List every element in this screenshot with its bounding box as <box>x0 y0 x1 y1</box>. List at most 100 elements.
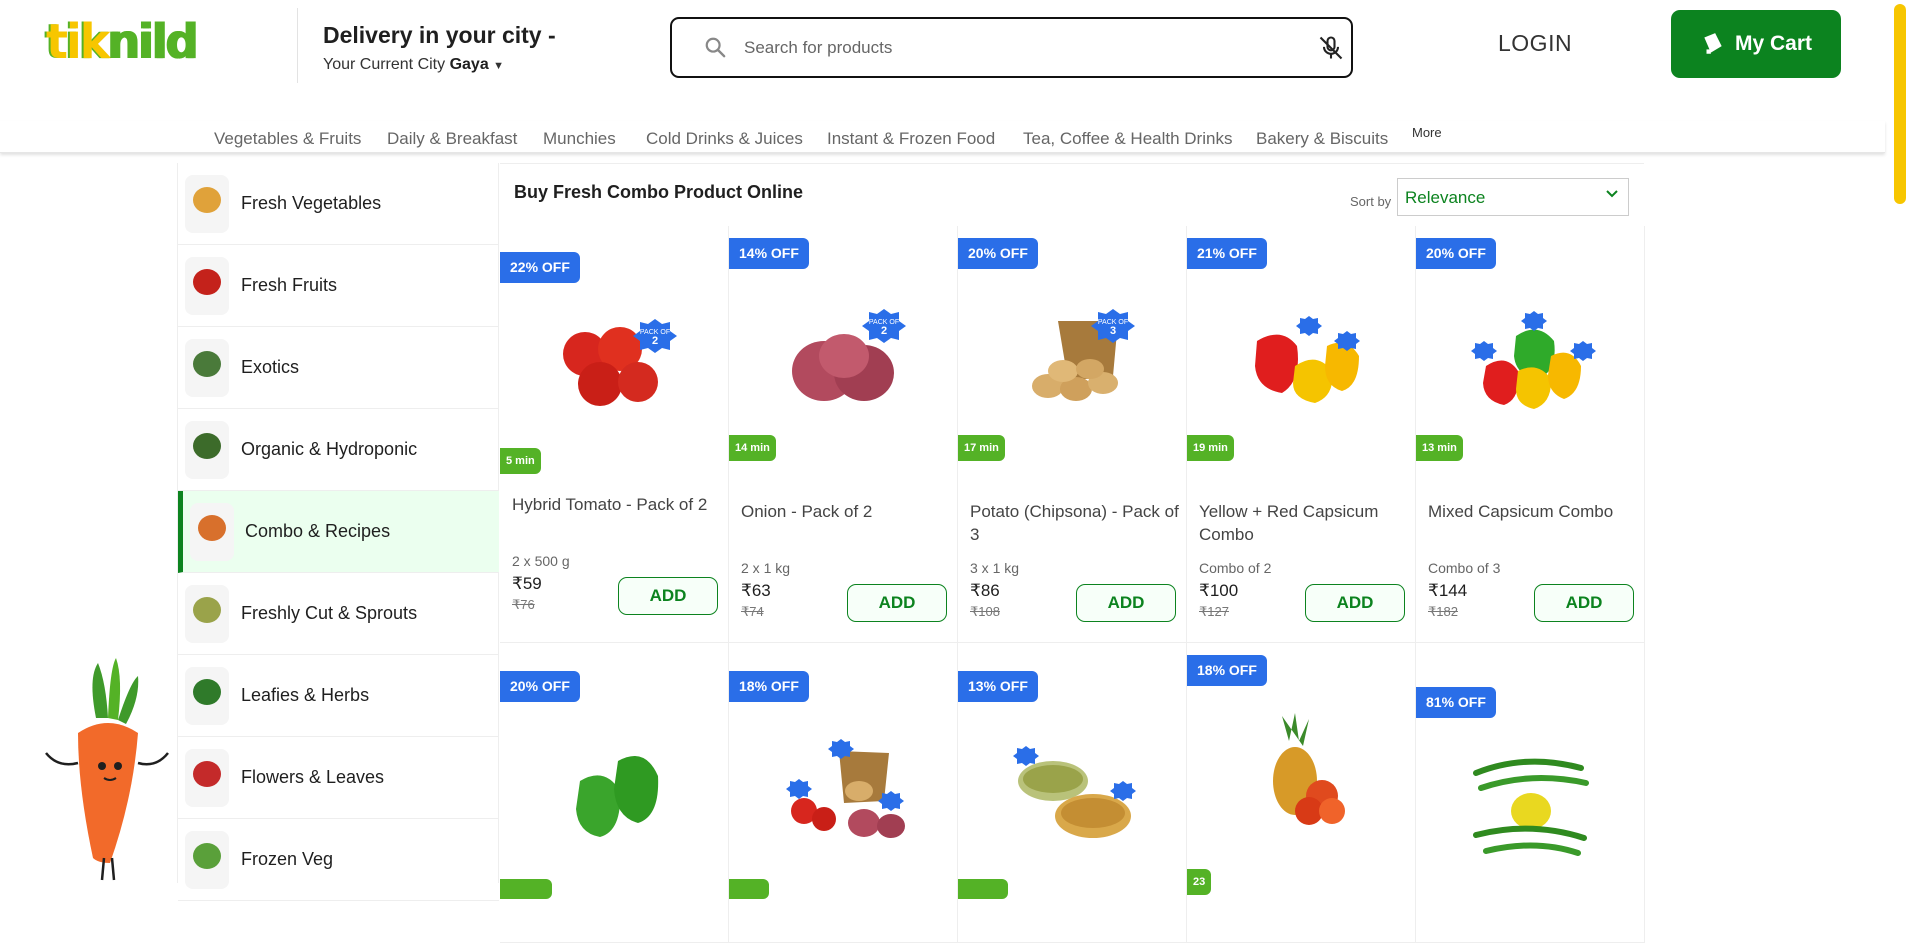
herbs-icon <box>185 667 229 725</box>
sidebar-item-flowers[interactable]: Flowers & Leaves <box>178 737 499 819</box>
discount-badge: 18% OFF <box>729 671 809 702</box>
product-mrp: ₹74 <box>741 604 764 619</box>
product-card[interactable]: 20% OFF PACK OF 3 17 min Potato (Chipson… <box>958 226 1187 643</box>
sidebar-item-frozen-veg[interactable]: Frozen Veg <box>178 819 499 901</box>
delivery-time-badge <box>729 879 769 899</box>
delivery-location[interactable]: Delivery in your city - Your Current Cit… <box>323 22 556 74</box>
city-prefix: Your Current City <box>323 56 446 73</box>
svg-text:3: 3 <box>1110 325 1116 337</box>
add-button[interactable]: ADD <box>618 577 718 615</box>
exotics-icon <box>185 339 229 397</box>
sidebar-item-freshly-cut[interactable]: Freshly Cut & Sprouts <box>178 573 499 655</box>
vegetables-icon <box>185 175 229 233</box>
product-card[interactable]: 20% OFF 13 min Mixed Capsicum Combo Comb… <box>1416 226 1645 643</box>
product-card[interactable]: 20% OFF <box>500 643 729 943</box>
green-capsicum-icon <box>576 756 659 837</box>
frozen-veg-icon <box>185 831 229 889</box>
veg-combo-icon <box>786 739 905 838</box>
add-button[interactable]: ADD <box>847 584 947 622</box>
sidebar-item-organic[interactable]: Organic & Hydroponic <box>178 409 499 491</box>
product-name: Mixed Capsicum Combo <box>1428 502 1614 521</box>
login-button[interactable]: LOGIN <box>1498 30 1572 57</box>
sidebar-item-label: Flowers & Leaves <box>241 767 385 787</box>
sidebar-item-label: Fresh Vegetables <box>241 193 382 213</box>
product-price: ₹59 <box>512 574 542 593</box>
product-mrp: ₹127 <box>1199 604 1229 619</box>
category-item[interactable]: Bakery & Biscuits <box>1256 129 1388 149</box>
scrollbar-thumb[interactable] <box>1894 4 1906 204</box>
add-button[interactable]: ADD <box>1534 584 1634 622</box>
sidebar-item-label: Frozen Veg <box>241 849 334 869</box>
product-name: Yellow + Red Capsicum Combo <box>1199 502 1379 544</box>
product-price: ₹100 <box>1199 581 1239 600</box>
product-card[interactable]: 14% OFF PACK OF 2 14 min Onion - Pack of… <box>729 226 958 643</box>
sidebar-item-label: Combo & Recipes <box>245 521 391 541</box>
svg-text:2: 2 <box>652 335 658 347</box>
potato-icon: PACK OF 3 <box>1032 309 1135 401</box>
product-quantity: 2 x 500 g <box>512 553 570 569</box>
discount-badge: 14% OFF <box>729 238 809 269</box>
sidebar-item-exotics[interactable]: Exotics <box>178 327 499 409</box>
more-categories[interactable]: More <box>1412 125 1442 140</box>
city-selector[interactable]: Your Current City Gaya ▼ <box>323 56 556 74</box>
cart-icon <box>1704 33 1722 54</box>
leaf-icon <box>185 421 229 479</box>
svg-text:2: 2 <box>881 325 887 337</box>
sort-label: Sort by <box>1350 194 1392 209</box>
add-button[interactable]: ADD <box>1076 584 1176 622</box>
sidebar-item-label: Freshly Cut & Sprouts <box>241 603 418 623</box>
delivery-time-badge <box>500 879 552 899</box>
sidebar-item-label: Fresh Fruits <box>241 275 338 295</box>
discount-badge: 20% OFF <box>1416 238 1496 269</box>
search-bar[interactable] <box>670 17 1353 78</box>
sidebar-item-label: Leafies & Herbs <box>241 685 370 705</box>
product-mrp: ₹182 <box>1428 604 1458 619</box>
product-mrp: ₹76 <box>512 597 535 612</box>
page-title: Buy Fresh Combo Product Online <box>514 182 804 202</box>
chilli-lemon-icon <box>1473 758 1589 856</box>
fruit-combo-icon <box>1273 713 1345 825</box>
delivery-time-badge: 13 min <box>1416 435 1463 461</box>
product-quantity: Combo of 2 <box>1199 560 1272 576</box>
discount-badge: 20% OFF <box>958 238 1038 269</box>
sort-dropdown[interactable]: Relevance <box>1397 178 1629 216</box>
delivery-time-badge: 17 min <box>958 435 1005 461</box>
category-item[interactable]: Instant & Frozen Food <box>827 129 995 149</box>
sidebar-item-fresh-vegetables[interactable]: Fresh Vegetables <box>178 163 499 245</box>
delivery-time-badge <box>958 879 1008 899</box>
product-name: Potato (Chipsona) - Pack of 3 <box>970 502 1179 544</box>
product-card[interactable]: 18% OFF 23 <box>1187 643 1416 943</box>
product-card[interactable]: 22% OFF PACK OF 2 5 min Hybrid Tomato - … <box>500 226 729 643</box>
category-item[interactable]: Cold Drinks & Juices <box>646 129 803 149</box>
sidebar-item-fresh-fruits[interactable]: Fresh Fruits <box>178 245 499 327</box>
basket-icon <box>190 503 234 561</box>
tomato-icon: PACK OF 2 <box>563 319 677 406</box>
flower-icon <box>185 749 229 807</box>
category-item[interactable]: Vegetables & Fruits <box>214 129 361 149</box>
delivery-time-badge: 23 <box>1187 869 1212 895</box>
category-item[interactable]: Tea, Coffee & Health Drinks <box>1023 129 1232 149</box>
my-cart-button[interactable]: My Cart <box>1671 10 1841 78</box>
sidebar-item-label: Exotics <box>241 357 300 377</box>
sidebar-item-leafies[interactable]: Leafies & Herbs <box>178 655 499 737</box>
discount-badge: 13% OFF <box>958 671 1038 702</box>
product-quantity: Combo of 3 <box>1428 560 1501 576</box>
product-card[interactable]: 21% OFF 19 min Yellow + Red Capsicum Com… <box>1187 226 1416 643</box>
mic-off-icon[interactable] <box>1317 34 1345 62</box>
category-item[interactable]: Daily & Breakfast <box>387 129 517 149</box>
delivery-time-badge: 19 min <box>1187 435 1234 461</box>
product-card[interactable]: 13% OFF <box>958 643 1187 943</box>
category-item[interactable]: Munchies <box>543 129 616 149</box>
logo[interactable]: tiknild <box>46 13 200 70</box>
sort-value: Relevance <box>1405 188 1486 207</box>
category-nav: Vegetables & Fruits Daily & Breakfast Mu… <box>0 121 1885 153</box>
capsicum-icon <box>1255 316 1360 403</box>
delivery-time-badge: 5 min <box>500 448 541 474</box>
product-quantity: 3 x 1 kg <box>970 560 1020 576</box>
sidebar-item-combo-recipes[interactable]: Combo & Recipes <box>178 491 499 573</box>
product-card[interactable]: 18% OFF <box>729 643 958 943</box>
add-button[interactable]: ADD <box>1305 584 1405 622</box>
city-name: Gaya <box>449 56 489 73</box>
product-card[interactable]: 81% OFF <box>1416 643 1645 943</box>
search-input[interactable] <box>744 31 1264 65</box>
